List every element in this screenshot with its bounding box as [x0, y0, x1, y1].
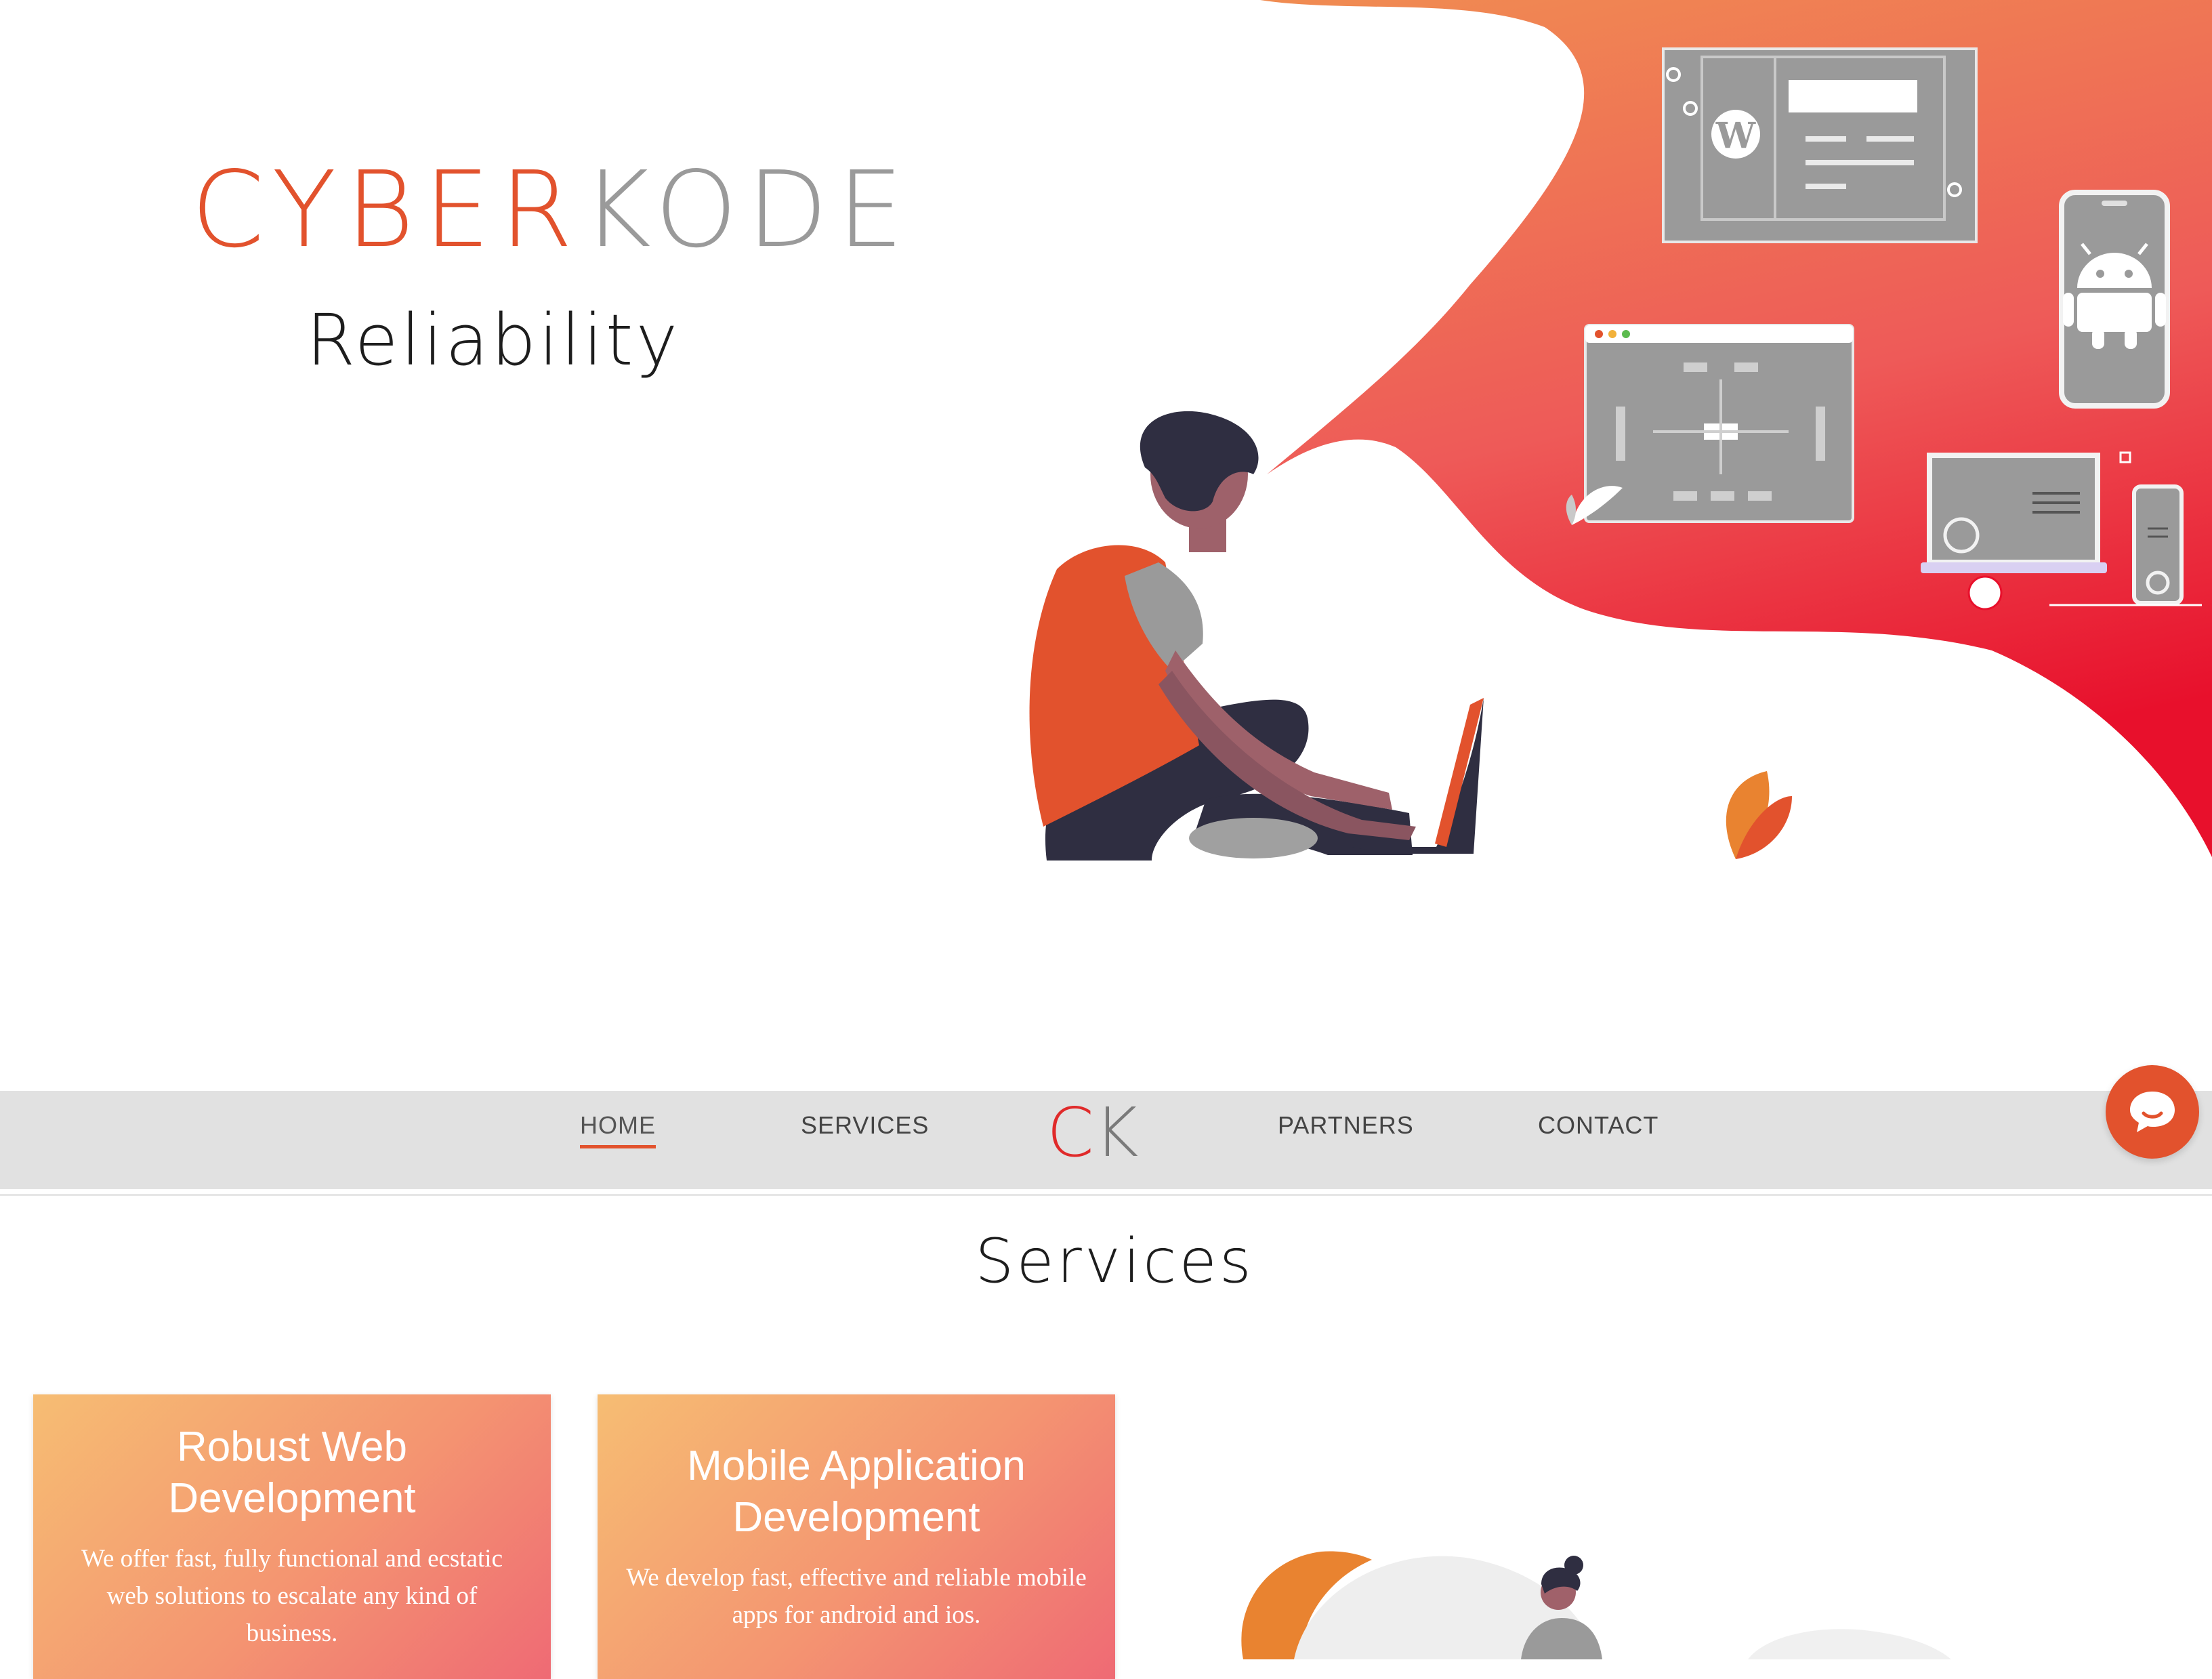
brand-logo-text: CYBERKODE [191, 157, 913, 262]
wordpress-browser-mock: W [1662, 47, 1978, 243]
nav-home-link[interactable]: HOME [580, 1111, 656, 1148]
service-card-text: We develop fast, effective and reliable … [626, 1564, 1087, 1629]
nav-partners-link[interactable]: PARTNERS [1278, 1111, 1414, 1140]
person-with-laptop-illustration [1029, 411, 1484, 861]
service-card-text: We offer fast, fully functional and ecst… [81, 1545, 503, 1647]
nav-logo-k: K [1093, 1093, 1139, 1172]
nav-contact-link[interactable]: CONTACT [1538, 1111, 1658, 1140]
navbar-divider [0, 1194, 2212, 1196]
brand-part-cyber: CYBER [191, 148, 583, 271]
leaf-orange [1726, 771, 1792, 859]
hero-illustration: W [1029, 0, 2212, 861]
service-card-mobile: Mobile Application Development We develo… [598, 1394, 1115, 1679]
service-card-title: Robust Web Development [168, 1424, 416, 1522]
service-card-web: Robust Web Development We offer fast, fu… [33, 1394, 551, 1679]
brand-part-kode: KODE [582, 148, 913, 271]
nav-logo-c: C [1047, 1093, 1094, 1172]
chat-bubble-icon [2130, 1092, 2175, 1132]
flowchart-browser-mock [1584, 324, 1854, 523]
service-card-title: Mobile Application Development [687, 1443, 1026, 1541]
nav-ck-logo[interactable]: CK [1047, 1099, 1138, 1167]
hero-tagline: Reliability [306, 299, 681, 381]
small-phone-device-mock [2132, 484, 2184, 605]
wordpress-icon: W [1715, 115, 1757, 157]
android-phone-mock [2059, 190, 2170, 409]
services-heading: Services [975, 1226, 1254, 1297]
chat-button[interactable] [2106, 1065, 2199, 1159]
nav-services-link[interactable]: SERVICES [801, 1111, 929, 1140]
services-illustration [1241, 1551, 1951, 1659]
